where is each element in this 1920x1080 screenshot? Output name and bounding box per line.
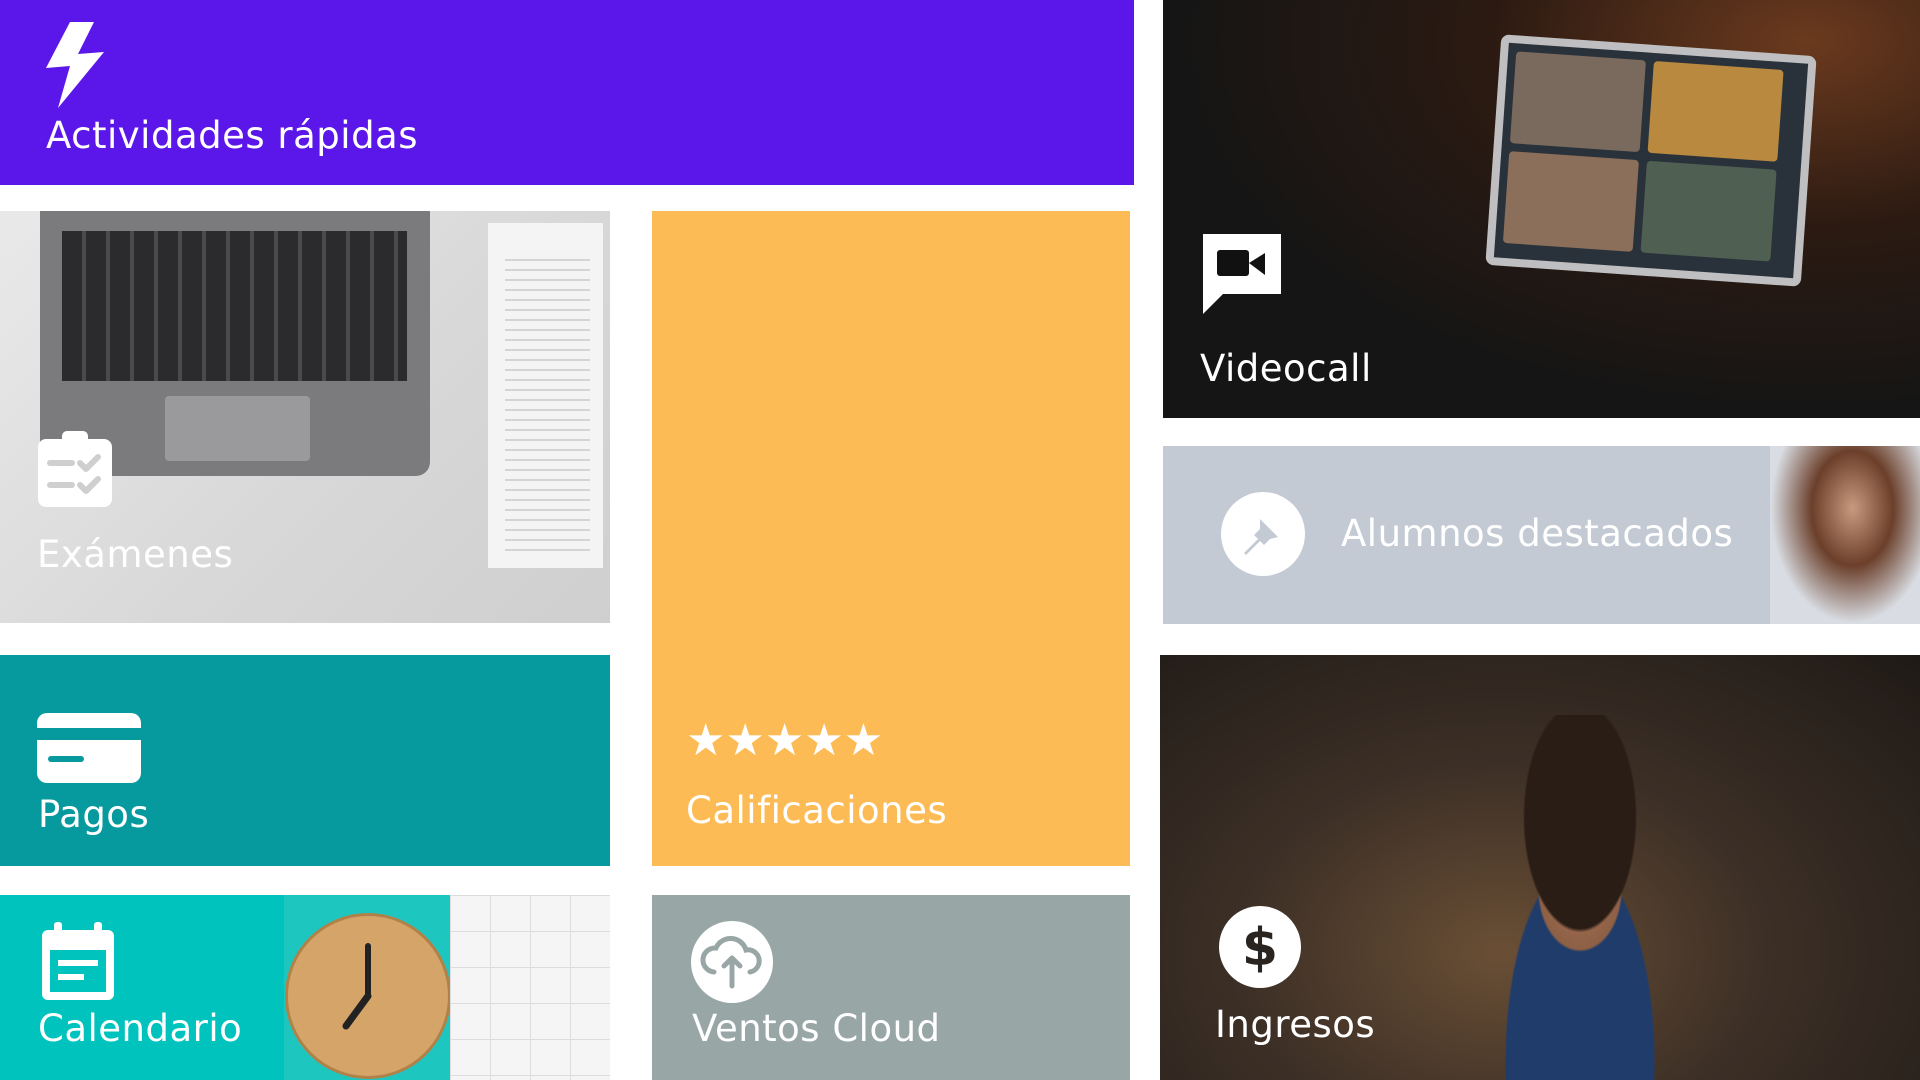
tile-label: Pagos bbox=[38, 793, 150, 836]
test-sheet-lines bbox=[505, 251, 590, 551]
lightning-bolt-icon bbox=[44, 22, 106, 108]
video-participant bbox=[1640, 160, 1777, 262]
tile-ingresos[interactable]: $ Ingresos bbox=[1160, 655, 1920, 1080]
tile-label: Videocall bbox=[1200, 347, 1372, 390]
tile-calificaciones[interactable]: ★★★★★ Calificaciones bbox=[652, 211, 1130, 866]
tile-alumnos-destacados[interactable]: Alumnos destacados bbox=[1163, 446, 1920, 624]
person-photo bbox=[1450, 715, 1710, 1080]
clipboard-check-icon bbox=[36, 429, 114, 509]
tile-label: Alumnos destacados bbox=[1341, 512, 1734, 555]
tile-examenes[interactable]: Exámenes bbox=[0, 211, 610, 623]
svg-text:$: $ bbox=[1242, 918, 1278, 978]
tile-label: Calificaciones bbox=[686, 789, 948, 832]
dollar-icon: $ bbox=[1218, 905, 1302, 989]
video-participant bbox=[1502, 151, 1639, 252]
tile-label: Ventos Cloud bbox=[692, 1007, 941, 1050]
tile-calendario[interactable]: Calendario bbox=[0, 895, 610, 1080]
tile-pagos[interactable]: Pagos bbox=[0, 655, 610, 866]
student-photo bbox=[1770, 446, 1920, 624]
calendar-icon bbox=[38, 920, 118, 1004]
clock-image bbox=[285, 913, 451, 1079]
tile-label: Calendario bbox=[38, 1007, 243, 1050]
cloud-upload-icon bbox=[690, 920, 774, 1004]
credit-card-icon bbox=[36, 712, 142, 784]
calendar-grid-image bbox=[450, 895, 610, 1080]
laptop-screen-image bbox=[1485, 34, 1817, 287]
tile-label: Actividades rápidas bbox=[46, 114, 419, 157]
video-participant bbox=[1647, 60, 1784, 162]
tile-actividades-rapidas[interactable]: Actividades rápidas bbox=[0, 0, 1134, 185]
rating-stars: ★★★★★ bbox=[686, 715, 884, 766]
keyboard-image bbox=[62, 231, 407, 381]
tile-label: Exámenes bbox=[37, 533, 234, 576]
tile-label: Ingresos bbox=[1215, 1003, 1376, 1046]
tile-ventos-cloud[interactable]: Ventos Cloud bbox=[652, 895, 1130, 1080]
video-camera-icon bbox=[1199, 230, 1285, 316]
video-participant bbox=[1509, 51, 1646, 153]
touchpad-image bbox=[165, 396, 310, 461]
five-stars-icon: ★★★★★ bbox=[686, 719, 883, 763]
pin-icon bbox=[1220, 491, 1306, 577]
tile-videocall[interactable]: Videocall bbox=[1163, 0, 1920, 418]
